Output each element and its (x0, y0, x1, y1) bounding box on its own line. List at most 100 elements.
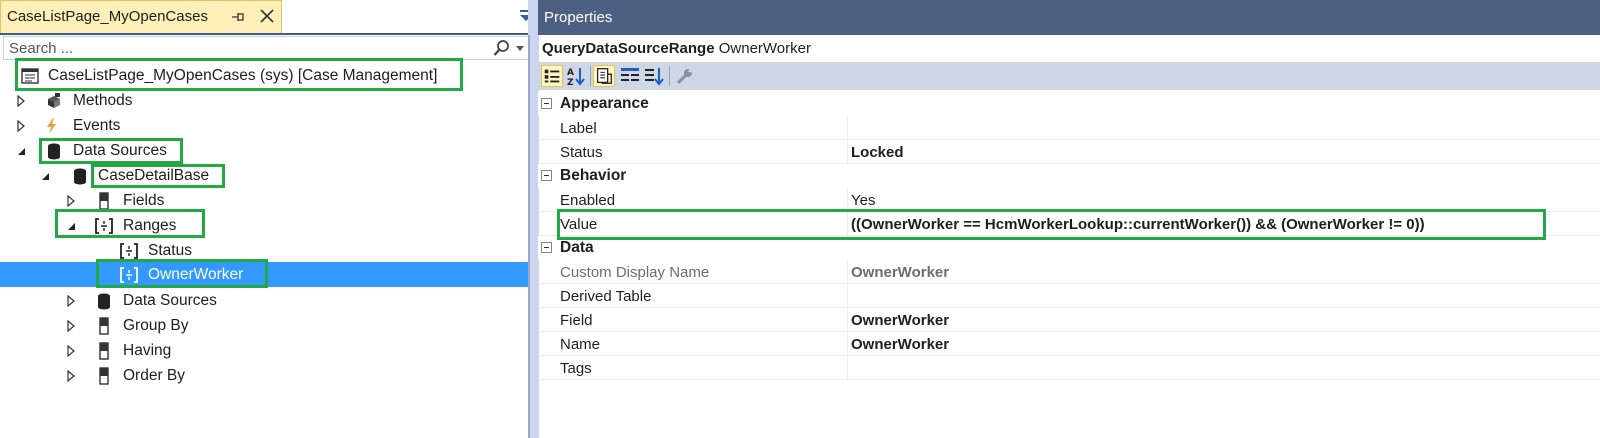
property-row-label[interactable]: Label (538, 116, 1600, 140)
column-divider (847, 260, 848, 284)
tree-node-nested-data-sources[interactable]: Data Sources (0, 289, 530, 313)
property-value[interactable]: OwnerWorker (851, 312, 949, 329)
vertical-scrollbar[interactable] (528, 35, 530, 438)
property-row-status[interactable]: Status Locked (538, 140, 1600, 164)
property-name: Derived Table (560, 288, 652, 305)
sort-icon[interactable] (643, 65, 665, 87)
property-value[interactable]: OwnerWorker (851, 336, 949, 353)
properties-panel: Properties QueryDataSourceRange OwnerWor… (538, 0, 1600, 438)
selected-object-header: QueryDataSourceRange OwnerWorker (542, 40, 811, 57)
column-divider (847, 332, 848, 356)
property-value: OwnerWorker (851, 264, 950, 281)
tree-node-group-by[interactable]: Group By (0, 314, 530, 338)
object-name: OwnerWorker (718, 40, 811, 57)
tree-node-label: Group By (123, 317, 189, 334)
tree-node-order-by[interactable]: Order By (0, 364, 530, 388)
property-row-field[interactable]: Field OwnerWorker (538, 308, 1600, 332)
document-tab[interactable]: CaseListPage_MyOpenCases (0, 0, 282, 34)
category-label: Appearance (560, 95, 649, 112)
tree-node-fields[interactable]: Fields (0, 189, 530, 213)
tree-node-label: Ranges (123, 217, 177, 234)
expand-arrow-icon[interactable] (16, 120, 26, 132)
property-name: Field (560, 312, 593, 329)
property-row-value[interactable]: Value ((OwnerWorker == HcmWorkerLookup::… (538, 212, 1600, 236)
property-row-name[interactable]: Name OwnerWorker (538, 332, 1600, 356)
tree-node-events[interactable]: Events (0, 114, 530, 138)
tree-node-label: CaseDetailBase (98, 167, 210, 184)
category-data[interactable]: Data (538, 236, 1600, 260)
fields-icon (99, 192, 109, 210)
close-icon[interactable] (258, 7, 276, 25)
property-value[interactable]: Locked (851, 144, 904, 161)
collapse-arrow-icon[interactable] (66, 220, 76, 232)
tree-node-label: Data Sources (123, 292, 217, 309)
wrench-icon[interactable] (674, 65, 696, 87)
search-icon[interactable] (492, 39, 512, 57)
property-name: Custom Display Name (560, 264, 710, 281)
collapse-icon[interactable] (541, 170, 552, 181)
database-icon (74, 168, 86, 185)
database-icon (98, 293, 110, 310)
category-appearance[interactable]: Appearance (538, 92, 1600, 116)
tree-node-casedetailbase[interactable]: CaseDetailBase (0, 164, 530, 188)
object-tree: CaseListPage_MyOpenCases (sys) [Case Man… (0, 60, 530, 438)
tree-node-label: Having (123, 342, 172, 359)
tree-node-ranges[interactable]: Ranges (0, 214, 530, 238)
alphabetical-sort-icon[interactable]: A Z (565, 65, 587, 87)
properties-toolbar: A Z (538, 62, 1600, 90)
fields-icon (99, 317, 109, 335)
tree-node-data-sources[interactable]: Data Sources (0, 139, 530, 163)
expand-arrow-icon[interactable] (66, 295, 76, 307)
property-name: Status (560, 144, 603, 161)
property-row-custom-display-name[interactable]: Custom Display Name OwnerWorker (538, 260, 1600, 284)
property-value[interactable]: ((OwnerWorker == HcmWorkerLookup::curren… (851, 216, 1425, 233)
tree-node-ownerworker[interactable]: OwnerWorker (0, 262, 528, 287)
property-name: Value (560, 216, 598, 233)
search-box[interactable] (3, 36, 536, 60)
collapse-icon[interactable] (541, 242, 552, 253)
toolbar-separator (669, 66, 670, 86)
pin-icon[interactable] (229, 8, 247, 26)
tree-node-label: OwnerWorker (148, 266, 244, 283)
svg-text:Z: Z (567, 78, 574, 87)
property-row-tags[interactable]: Tags (538, 356, 1600, 380)
tree-node-status[interactable]: Status (0, 239, 530, 263)
search-input[interactable] (4, 37, 474, 59)
designer-panel: CaseListPage_MyOpenCases CaseL (0, 0, 538, 438)
property-name: Tags (560, 360, 592, 377)
show-inherited-icon[interactable] (619, 65, 641, 87)
collapse-arrow-icon[interactable] (16, 145, 26, 157)
toolbar-separator (590, 66, 591, 86)
column-divider (847, 356, 848, 380)
category-behavior[interactable]: Behavior (538, 164, 1600, 188)
form-icon (21, 68, 39, 84)
chevron-down-icon[interactable] (516, 46, 524, 51)
collapse-icon[interactable] (541, 98, 552, 109)
tree-node-root[interactable]: CaseListPage_MyOpenCases (sys) [Case Man… (0, 64, 530, 88)
expand-arrow-icon[interactable] (66, 320, 76, 332)
categorized-icon[interactable] (541, 65, 563, 87)
properties-title: Properties (544, 9, 613, 26)
tree-node-label: Status (148, 242, 192, 259)
column-divider (847, 212, 848, 236)
tree-node-label: Data Sources (73, 142, 167, 159)
collapse-arrow-icon[interactable] (40, 170, 50, 182)
expand-arrow-icon[interactable] (66, 370, 76, 382)
column-divider (847, 308, 848, 332)
property-value[interactable]: Yes (851, 192, 875, 209)
tree-node-having[interactable]: Having (0, 339, 530, 363)
expand-arrow-icon[interactable] (66, 195, 76, 207)
property-row-derived-table[interactable]: Derived Table (538, 284, 1600, 308)
tree-node-methods[interactable]: Methods (0, 89, 530, 113)
property-row-enabled[interactable]: Enabled Yes (538, 188, 1600, 212)
tab-underline (0, 33, 538, 35)
property-name: Enabled (560, 192, 616, 209)
fields-icon (99, 342, 109, 360)
category-label: Data (560, 239, 594, 256)
expand-arrow-icon[interactable] (66, 345, 76, 357)
expand-arrow-icon[interactable] (16, 95, 26, 107)
property-pages-icon[interactable] (593, 65, 615, 87)
tree-node-label: Order By (123, 367, 186, 384)
lightning-icon (47, 118, 56, 134)
object-kind: QueryDataSourceRange (542, 40, 715, 57)
